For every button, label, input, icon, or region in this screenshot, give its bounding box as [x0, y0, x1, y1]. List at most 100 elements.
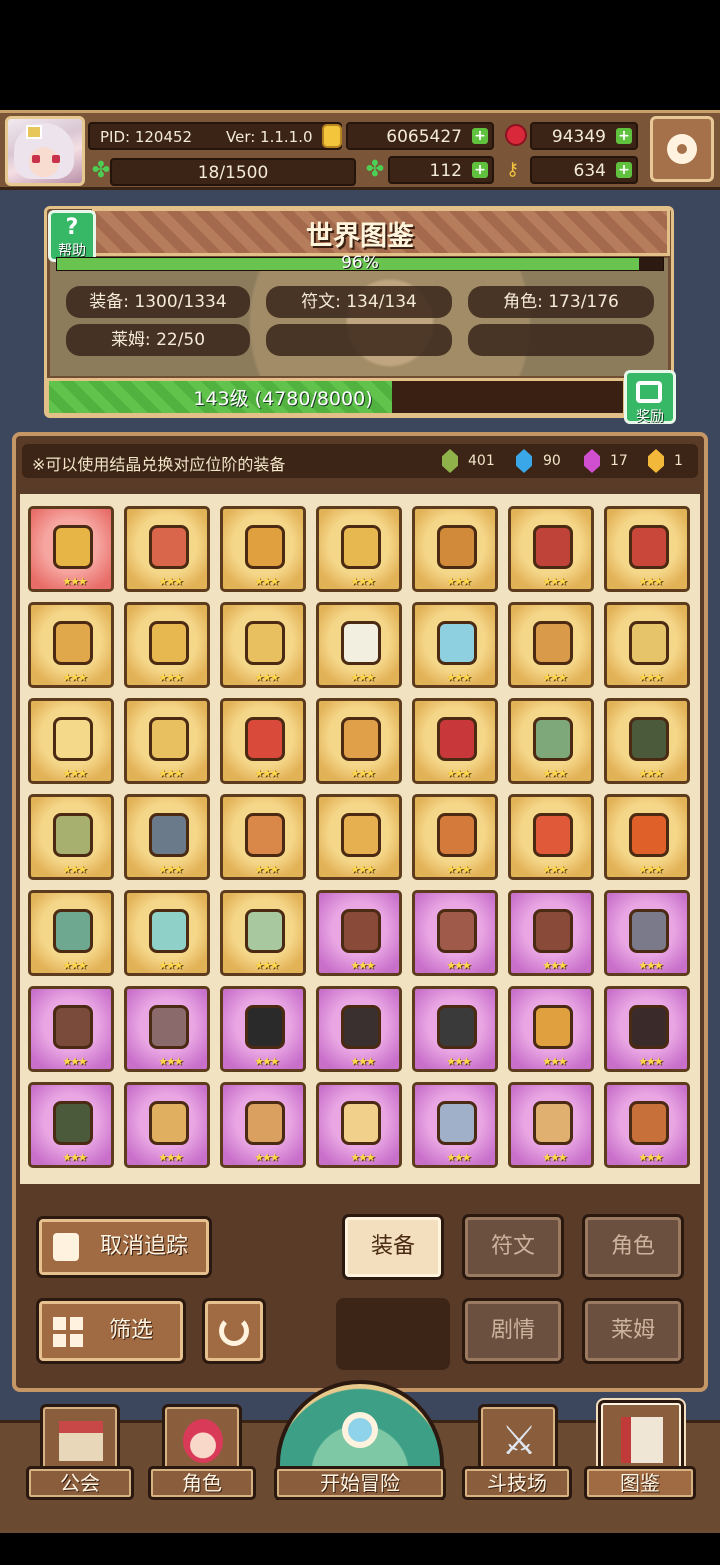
- equipment-card[interactable]: ★★★: [220, 986, 306, 1072]
- equipment-card[interactable]: ★★★: [508, 794, 594, 880]
- equipment-card[interactable]: ★★★: [316, 1082, 402, 1168]
- equipment-card[interactable]: ★★★: [604, 602, 690, 688]
- flower-gem-icon: [341, 813, 381, 857]
- tab-story[interactable]: 剧情: [462, 1298, 564, 1364]
- equipment-card[interactable]: ★★★: [412, 794, 498, 880]
- pid-version-panel: PID: 120452 Ver: 1.1.1.0: [88, 122, 342, 150]
- equipment-card[interactable]: ★★★: [220, 890, 306, 976]
- stamina-icon: ✤: [91, 158, 111, 183]
- reset-button[interactable]: [202, 1298, 266, 1364]
- equipment-card[interactable]: ★★★: [124, 794, 210, 880]
- equipment-card[interactable]: ★★★: [124, 986, 210, 1072]
- necklace-icon: [341, 525, 381, 569]
- star-rating: ★★★: [350, 671, 376, 684]
- add-ruby-icon[interactable]: +: [616, 128, 632, 144]
- equipment-card[interactable]: ★★★: [412, 602, 498, 688]
- wand-icon: [437, 525, 477, 569]
- equipment-card[interactable]: ★★★: [124, 602, 210, 688]
- equipment-card[interactable]: ★★★: [220, 698, 306, 784]
- player-avatar[interactable]: [5, 116, 85, 186]
- ruby-icon: [505, 124, 527, 146]
- nav-codex-button[interactable]: [598, 1400, 684, 1476]
- nav-guild-label[interactable]: 公会: [26, 1466, 134, 1500]
- ruby-amount: 94349: [551, 127, 606, 147]
- star-rating: ★★★: [350, 863, 376, 876]
- ornate-armor-icon: [629, 1101, 669, 1145]
- equipment-card[interactable]: ★★★: [316, 602, 402, 688]
- nav-adventure-label[interactable]: 开始冒险: [274, 1466, 446, 1500]
- equipment-card[interactable]: ★★★: [412, 698, 498, 784]
- equipment-card[interactable]: ★★★: [508, 986, 594, 1072]
- helmet-icon: [533, 621, 573, 665]
- tab-slime[interactable]: 莱姆: [582, 1298, 684, 1364]
- equipment-card[interactable]: ★★★: [28, 1082, 114, 1168]
- sun-ring-icon: [341, 717, 381, 761]
- equipment-card[interactable]: ★★★: [124, 1082, 210, 1168]
- add-clover-icon[interactable]: +: [472, 162, 488, 178]
- equipment-card[interactable]: ★★★: [28, 890, 114, 976]
- equipment-card[interactable]: ★★★: [220, 602, 306, 688]
- equipment-card[interactable]: ★★★: [508, 890, 594, 976]
- equipment-card[interactable]: ★★★: [28, 506, 114, 592]
- equipment-card[interactable]: ★★★: [412, 890, 498, 976]
- level-text: 143级 (4780/8000): [193, 388, 373, 410]
- equipment-card[interactable]: ★★★: [508, 506, 594, 592]
- add-key-icon[interactable]: +: [616, 162, 632, 178]
- star-rating: ★★★: [446, 671, 472, 684]
- equipment-card[interactable]: ★★★: [220, 794, 306, 880]
- empty-tab-slot: [336, 1298, 450, 1370]
- equipment-card[interactable]: ★★★: [604, 698, 690, 784]
- equipment-card[interactable]: ★★★: [508, 602, 594, 688]
- add-gold-icon[interactable]: +: [472, 128, 488, 144]
- untrack-button[interactable]: 取消追踪: [36, 1216, 212, 1278]
- equipment-card[interactable]: ★★★: [508, 698, 594, 784]
- equipment-card[interactable]: ★★★: [220, 1082, 306, 1168]
- equipment-card[interactable]: ★★★: [604, 506, 690, 592]
- clover-counter: 112 +: [388, 156, 494, 184]
- equipment-card[interactable]: ★★★: [124, 890, 210, 976]
- tab-rune[interactable]: 符文: [462, 1214, 564, 1280]
- equipment-card[interactable]: ★★★: [316, 794, 402, 880]
- gauntlet-icon: [149, 525, 189, 569]
- equipment-card[interactable]: ★★★: [604, 1082, 690, 1168]
- tab-character[interactable]: 角色: [582, 1214, 684, 1280]
- star-rating: ★★★: [62, 1151, 88, 1164]
- star-rating: ★★★: [638, 863, 664, 876]
- star-rating: ★★★: [254, 1055, 280, 1068]
- nav-character-label[interactable]: 角色: [148, 1466, 256, 1500]
- nav-arena-label[interactable]: 斗技场: [462, 1466, 572, 1500]
- equipment-card[interactable]: ★★★: [316, 506, 402, 592]
- reward-label: 奖励: [636, 409, 664, 425]
- equipment-card[interactable]: ★★★: [28, 602, 114, 688]
- equipment-card[interactable]: ★★★: [124, 506, 210, 592]
- equipment-card[interactable]: ★★★: [220, 506, 306, 592]
- filter-button[interactable]: 筛选: [36, 1298, 186, 1364]
- band-icon: [245, 813, 285, 857]
- equipment-card[interactable]: ★★★: [412, 506, 498, 592]
- equipment-card[interactable]: ★★★: [412, 1082, 498, 1168]
- equipment-card[interactable]: ★★★: [412, 986, 498, 1072]
- nav-codex-label[interactable]: 图鉴: [584, 1466, 696, 1500]
- book-icon: [621, 1417, 663, 1463]
- equipment-card[interactable]: ★★★: [28, 794, 114, 880]
- star-rating: ★★★: [158, 959, 184, 972]
- filter-label: 筛选: [108, 1318, 153, 1343]
- tab-equipment[interactable]: 装备: [342, 1214, 444, 1280]
- equipment-card[interactable]: ★★★: [124, 698, 210, 784]
- character-stat: 角色: 173/176: [468, 286, 654, 318]
- equipment-card[interactable]: ★★★: [316, 698, 402, 784]
- equipment-card[interactable]: ★★★: [28, 986, 114, 1072]
- equipment-card[interactable]: ★★★: [28, 698, 114, 784]
- equipment-card[interactable]: ★★★: [604, 986, 690, 1072]
- stamina-bar: 18/1500: [110, 158, 356, 186]
- equipment-card[interactable]: ★★★: [316, 986, 402, 1072]
- star-rating: ★★★: [158, 1055, 184, 1068]
- star-rating: ★★★: [350, 575, 376, 588]
- slime-stat: 莱姆: 22/50: [66, 324, 250, 356]
- equipment-card[interactable]: ★★★: [604, 890, 690, 976]
- equipment-card[interactable]: ★★★: [508, 1082, 594, 1168]
- settings-button[interactable]: [650, 116, 714, 182]
- equipment-card[interactable]: ★★★: [316, 890, 402, 976]
- equipment-card[interactable]: ★★★: [604, 794, 690, 880]
- gold-amount: 6065427: [386, 127, 462, 147]
